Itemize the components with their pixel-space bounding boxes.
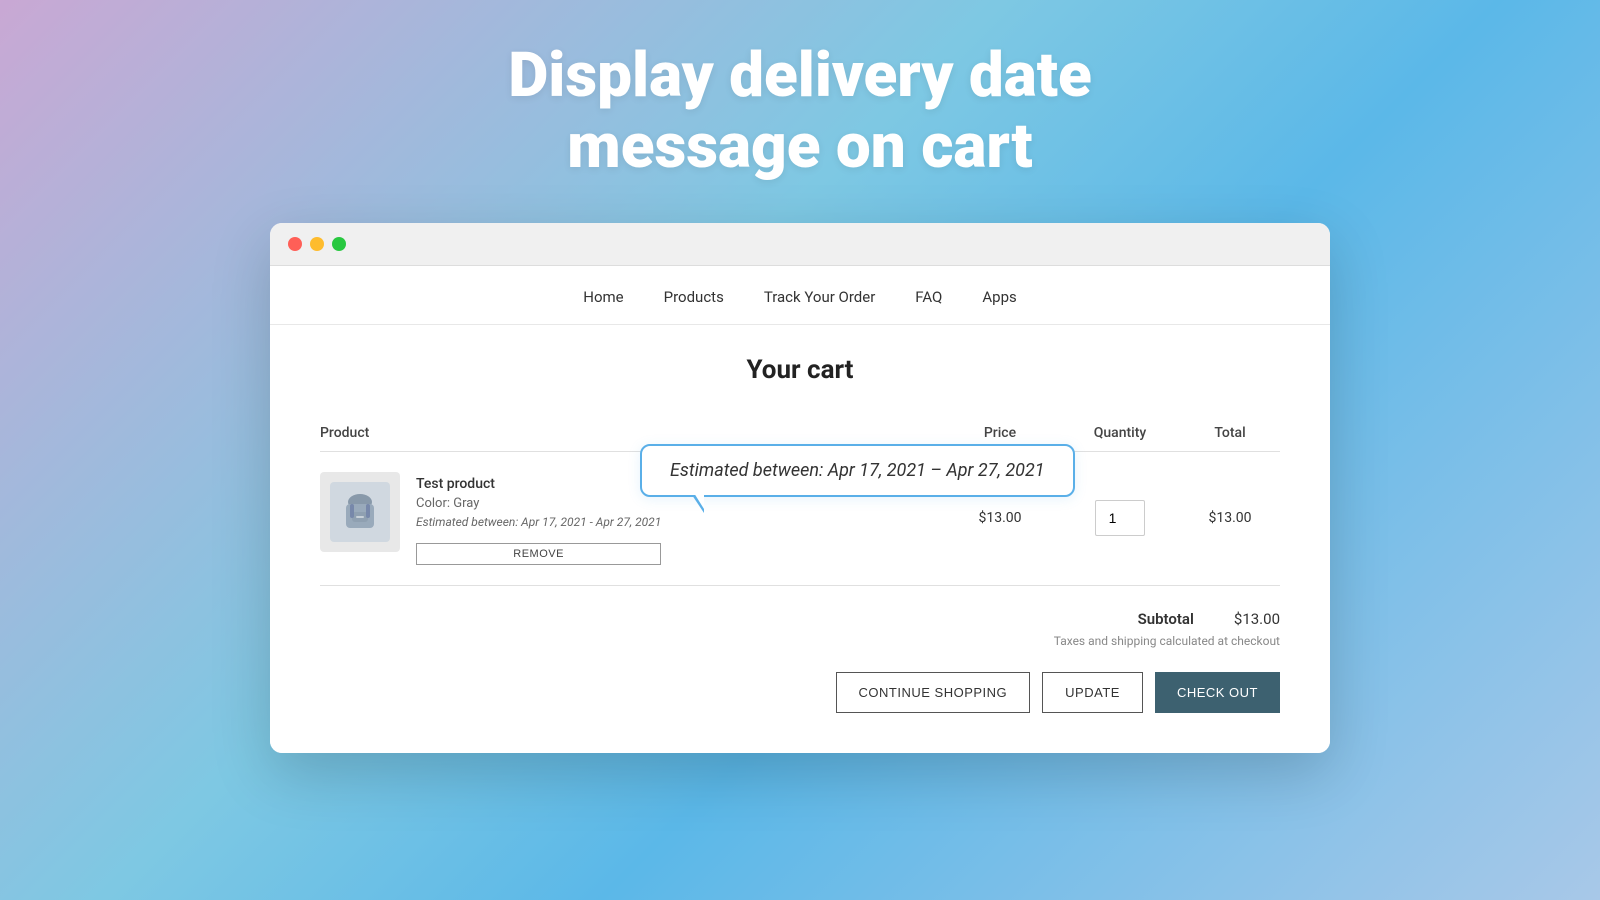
remove-button[interactable]: REMOVE	[416, 543, 661, 565]
nav-home[interactable]: Home	[583, 288, 623, 306]
window-minimize-dot[interactable]	[310, 237, 324, 251]
col-header-price: Price	[940, 425, 1060, 441]
col-header-product: Product	[320, 425, 940, 441]
product-image-svg	[330, 482, 390, 542]
nav-faq[interactable]: FAQ	[915, 288, 942, 306]
col-header-quantity: Quantity	[1060, 425, 1180, 441]
product-name: Test product	[416, 476, 661, 492]
cart-content: Your cart Product Price Quantity Total E…	[270, 325, 1330, 753]
cart-summary: Subtotal $13.00 Taxes and shipping calcu…	[320, 586, 1280, 713]
window-close-dot[interactable]	[288, 237, 302, 251]
subtotal-value: $13.00	[1234, 610, 1280, 628]
subtotal-label: Subtotal	[1138, 610, 1194, 628]
product-info: Test product Color: Gray Estimated betwe…	[416, 472, 661, 565]
price-cell: $13.00	[940, 510, 1060, 526]
cart-title: Your cart	[320, 355, 1280, 385]
window-maximize-dot[interactable]	[332, 237, 346, 251]
delivery-tooltip: Estimated between: Apr 17, 2021 – Apr 27…	[640, 444, 1075, 497]
cart-actions: CONTINUE SHOPPING UPDATE CHECK OUT	[836, 672, 1280, 713]
quantity-input[interactable]	[1095, 500, 1145, 536]
col-header-total: Total	[1180, 425, 1280, 441]
product-image	[320, 472, 400, 552]
browser-body: Home Products Track Your Order FAQ Apps …	[270, 266, 1330, 753]
nav-bar: Home Products Track Your Order FAQ Apps	[270, 266, 1330, 325]
page-title: Display delivery date message on cart	[508, 40, 1092, 183]
continue-shopping-button[interactable]: CONTINUE SHOPPING	[836, 672, 1031, 713]
tax-note: Taxes and shipping calculated at checkou…	[1054, 634, 1280, 648]
subtotal-row: Subtotal $13.00	[1138, 610, 1280, 628]
nav-products[interactable]: Products	[664, 288, 724, 306]
nav-track[interactable]: Track Your Order	[764, 288, 875, 306]
product-estimated: Estimated between: Apr 17, 2021 - Apr 27…	[416, 515, 661, 529]
browser-window: Home Products Track Your Order FAQ Apps …	[270, 223, 1330, 753]
nav-apps[interactable]: Apps	[982, 288, 1016, 306]
qty-cell	[1060, 500, 1180, 536]
update-button[interactable]: UPDATE	[1042, 672, 1143, 713]
cart-item-row: Estimated between: Apr 17, 2021 – Apr 27…	[320, 452, 1280, 586]
checkout-button[interactable]: CHECK OUT	[1155, 672, 1280, 713]
browser-chrome	[270, 223, 1330, 266]
product-color: Color: Gray	[416, 496, 661, 511]
total-cell: $13.00	[1180, 510, 1280, 526]
